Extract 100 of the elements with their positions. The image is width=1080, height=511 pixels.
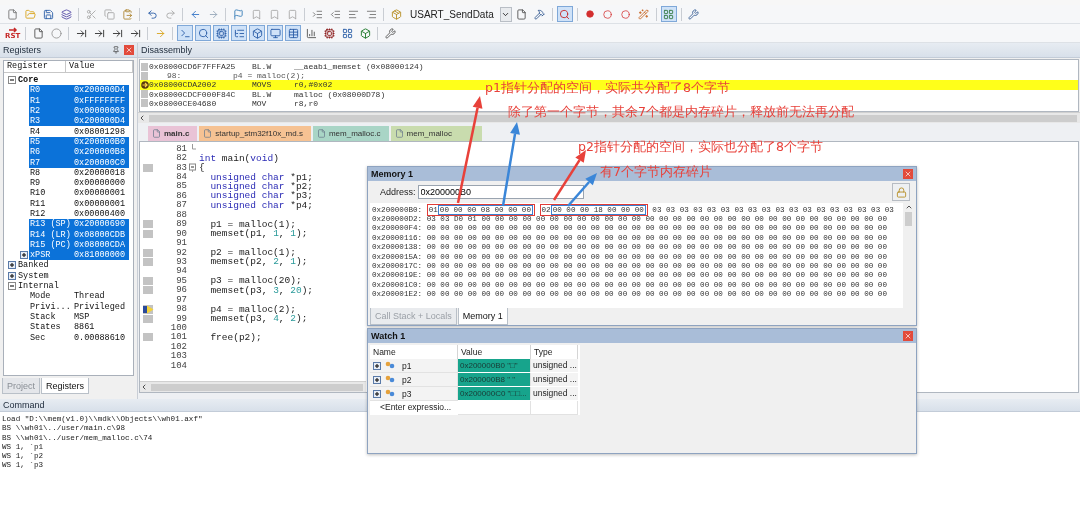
- register-row[interactable]: Privi... Privileged: [29, 301, 129, 312]
- variable-icon: [385, 389, 395, 398]
- register-name: R13 (SP): [29, 219, 72, 230]
- code-text: memset(p3, 4, 2);: [209, 313, 308, 325]
- register-value: 0x200000D4: [73, 85, 126, 96]
- file-tab[interactable]: main.c: [148, 126, 198, 141]
- register-row[interactable]: R11 0x00000001: [29, 198, 129, 209]
- register-value: 8861: [73, 322, 96, 333]
- watch-type: unsigned ...: [531, 387, 578, 400]
- register-name: Sec: [29, 332, 47, 343]
- debug-icon[interactable]: [556, 6, 573, 22]
- search-icon[interactable]: [195, 25, 212, 41]
- operands: r8,r0: [294, 98, 318, 108]
- register-row[interactable]: R1 0xFFFFFFFF: [29, 95, 129, 106]
- expand-icon[interactable]: [8, 261, 16, 270]
- expand-icon[interactable]: [8, 271, 16, 280]
- source-code: p4 = malloc(2);: [233, 71, 305, 81]
- register-row[interactable]: Mode Thread: [29, 291, 129, 302]
- file-tab[interactable]: mem_malloc.c: [312, 126, 389, 141]
- register-value: 0x08001298: [73, 126, 126, 137]
- monitor-icon[interactable]: [267, 25, 284, 41]
- register-row[interactable]: R15 (PC) 0x08000CDA: [29, 239, 129, 251]
- register-row[interactable]: R10 0x00000001: [29, 188, 129, 199]
- box-icon[interactable]: [249, 25, 266, 41]
- scroll-thumb[interactable]: [151, 383, 363, 391]
- terminal-icon[interactable]: [177, 25, 194, 41]
- wrench-icon[interactable]: [685, 6, 702, 22]
- register-row[interactable]: R8 0x20000018: [29, 167, 129, 178]
- register-row[interactable]: System: [17, 270, 129, 281]
- register-row[interactable]: R13 (SP) 0x20000690: [29, 219, 129, 230]
- close-button[interactable]: [903, 331, 913, 341]
- file-tab[interactable]: mem_malloc: [390, 126, 482, 141]
- register-name: xPSR: [30, 250, 52, 261]
- stop-icon[interactable]: [48, 25, 65, 41]
- function-combo[interactable]: USART_SendData: [406, 8, 498, 20]
- expand-icon[interactable]: [373, 389, 381, 398]
- register-row[interactable]: R2 0x00000003: [29, 105, 129, 117]
- pin-icon[interactable]: [111, 45, 121, 55]
- close-button[interactable]: [124, 45, 134, 55]
- register-row[interactable]: R7 0x200000C0: [29, 157, 129, 168]
- register-row[interactable]: R0 0x200000D4: [29, 85, 129, 96]
- collapse-icon[interactable]: [8, 76, 16, 85]
- chip-icon[interactable]: [321, 25, 338, 41]
- panel-tab[interactable]: Registers: [41, 378, 90, 394]
- register-row[interactable]: xPSR 0x81000000: [29, 250, 129, 261]
- panel-title: Registers: [3, 45, 41, 55]
- register-row[interactable]: R4 0x08001298: [29, 126, 129, 137]
- tools-icon[interactable]: [382, 25, 399, 41]
- watch-type: unsigned ...: [531, 359, 578, 372]
- register-row[interactable]: Sec 0.00088610: [29, 332, 129, 343]
- code-text: p4 = malloc(2);: [209, 303, 296, 315]
- scroll-up-icon[interactable]: [904, 203, 913, 211]
- register-row[interactable]: R3 0x200000D4: [29, 116, 129, 127]
- variable-icon: [385, 361, 395, 370]
- register-row[interactable]: R5 0x200000B0: [29, 136, 129, 148]
- register-name: R11: [29, 198, 47, 209]
- register-value: 0x08000CDB: [73, 229, 126, 240]
- register-row[interactable]: Stack MSP: [29, 311, 129, 323]
- line-number: 87: [175, 200, 187, 211]
- table-icon[interactable]: [285, 25, 302, 41]
- register-name: R12: [29, 209, 47, 219]
- window-icon[interactable]: [660, 6, 677, 22]
- watch-name: p2: [402, 374, 412, 385]
- expression-field[interactable]: <Enter expressio...: [370, 401, 458, 413]
- dropdown-button[interactable]: [499, 6, 512, 22]
- source-line-number: 98:: [166, 71, 183, 81]
- register-row[interactable]: Internal: [17, 280, 129, 292]
- register-name: States: [29, 322, 62, 333]
- line-number: 91: [175, 238, 187, 249]
- register-row[interactable]: R12 0x00000400: [29, 208, 129, 220]
- list-icon[interactable]: [231, 25, 248, 41]
- opcode: F7FFFA25: [197, 62, 237, 72]
- register-row[interactable]: R14 (LR) 0x08000CDB: [29, 229, 129, 240]
- register-row[interactable]: Core: [17, 75, 129, 86]
- register-row[interactable]: R9 0x00000000: [29, 177, 129, 189]
- executable-marker: [143, 276, 153, 285]
- scroll-left-icon[interactable]: [138, 114, 146, 122]
- scroll-left-icon[interactable]: [140, 383, 148, 391]
- cpu-icon[interactable]: [213, 25, 230, 41]
- executable-marker: [143, 333, 153, 342]
- wand-icon[interactable]: [635, 6, 652, 22]
- panel-tab[interactable]: Memory 1: [457, 308, 508, 325]
- register-row[interactable]: Banked: [17, 260, 129, 271]
- expand-icon[interactable]: [373, 361, 381, 370]
- line-number: 102: [169, 341, 187, 352]
- scroll-thumb[interactable]: [905, 212, 912, 226]
- file-tab[interactable]: startup_stm32f10x_md.s: [199, 126, 311, 141]
- register-row[interactable]: R6 0x200000B8: [29, 147, 129, 158]
- line-number: 93: [175, 256, 187, 267]
- executable-marker: [143, 314, 153, 323]
- instruction-address: 0x08000CE0: [149, 98, 197, 108]
- collapse-icon[interactable]: [189, 162, 197, 172]
- window-title: Memory 1: [371, 169, 414, 179]
- collapse-icon[interactable]: [8, 282, 16, 291]
- register-row[interactable]: States 8861: [29, 322, 129, 333]
- line-number: 83: [175, 162, 187, 173]
- expand-icon[interactable]: [20, 251, 28, 260]
- save-all-icon[interactable]: [58, 6, 74, 22]
- expand-icon[interactable]: [373, 375, 381, 384]
- close-button[interactable]: [903, 169, 913, 179]
